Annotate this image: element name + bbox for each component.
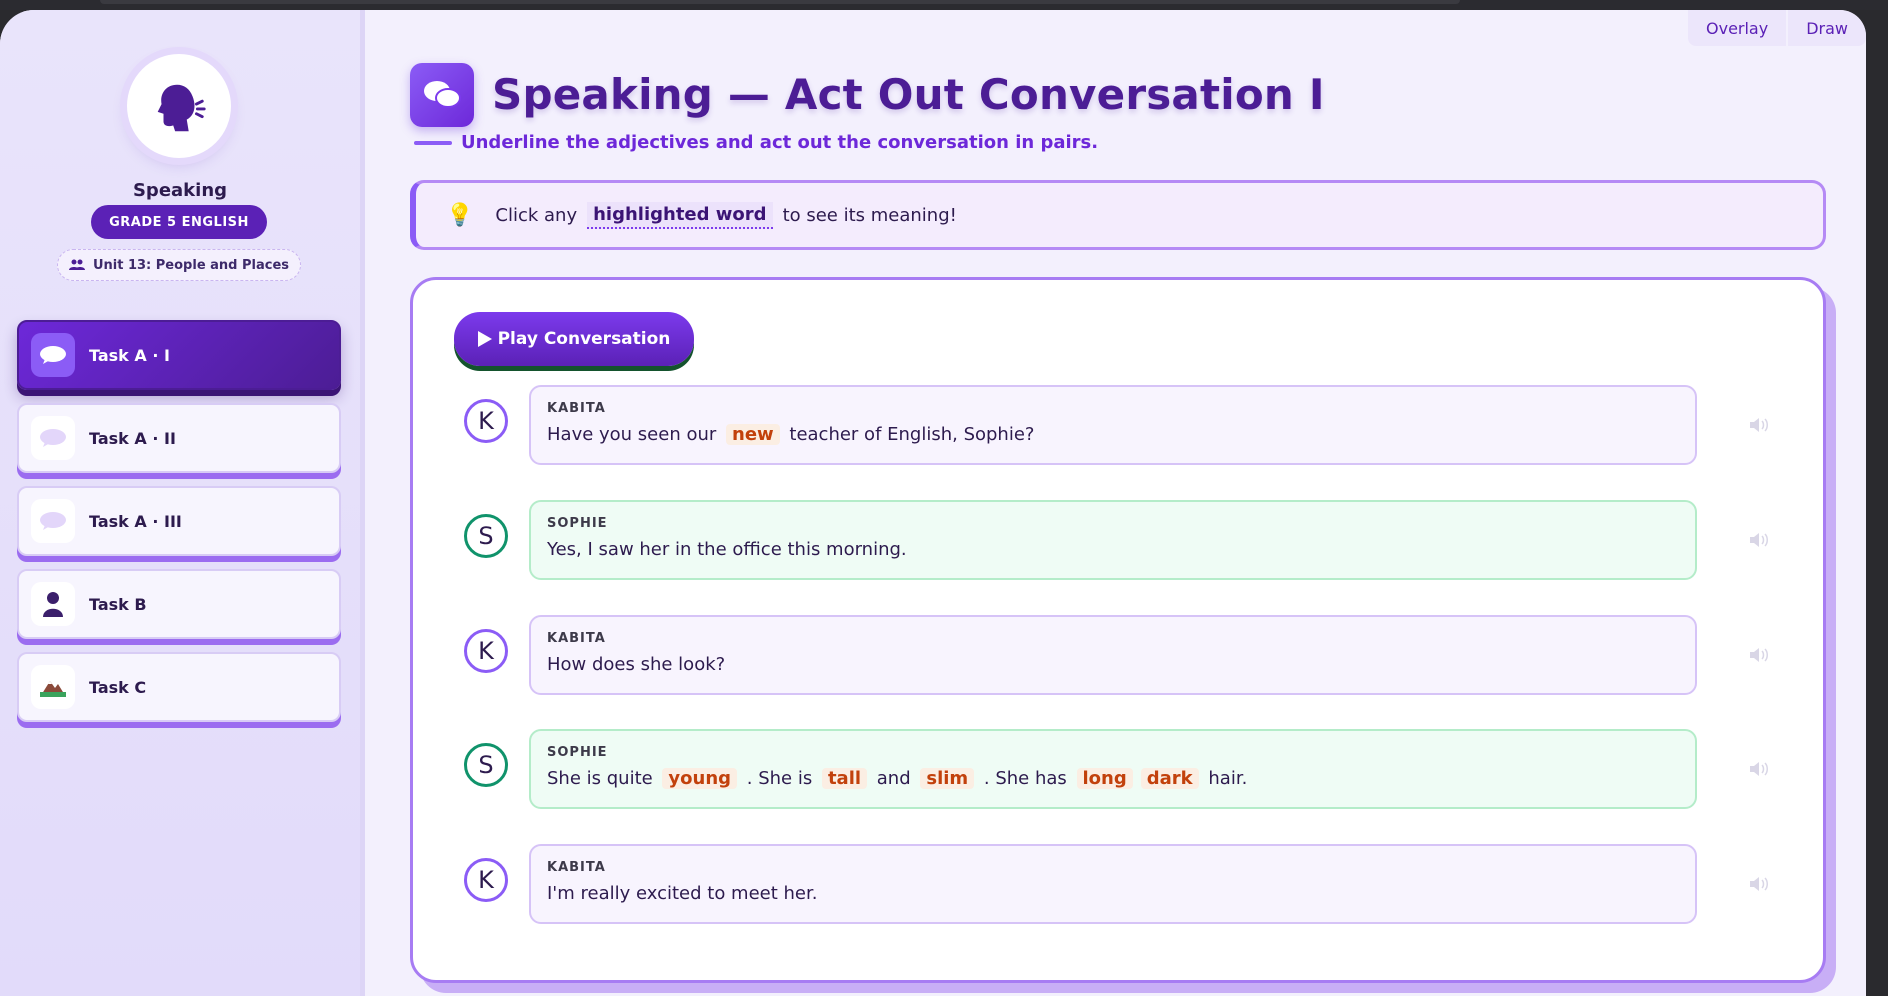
message-bubble: SOPHIE Yes, I saw her in the office this… (529, 500, 1697, 580)
sidebar: Speaking GRADE 5 ENGLISH Unit 13: People… (0, 10, 365, 996)
message-bubble: KABITA Have you seen our new teacher of … (529, 385, 1697, 465)
message-bubble: KABITA I'm really excited to meet her. (529, 844, 1697, 924)
speaker-avatar: S (464, 514, 508, 558)
text-fragment: hair. (1202, 768, 1248, 789)
subtitle-accent (414, 141, 452, 145)
speaker-sound-icon[interactable] (1749, 876, 1769, 892)
hint-banner: 💡 Click any highlighted word to see its … (410, 180, 1826, 250)
lightbulb-icon: 💡 (446, 202, 474, 228)
app-window: Speaking GRADE 5 ENGLISH Unit 13: People… (0, 10, 1866, 996)
unit-label: Unit 13: People and Places (92, 257, 290, 273)
person-icon (31, 582, 75, 626)
play-label: Play Conversation (497, 329, 671, 349)
text-fragment: She is quite (547, 768, 659, 789)
chat-bubbles-icon (410, 63, 474, 127)
task-label: Task B (89, 594, 147, 614)
sidebar-item-task-b[interactable]: Task B (17, 569, 341, 639)
grade-badge: GRADE 5 ENGLISH (91, 205, 267, 239)
conversation-row: S SOPHIE She is quite young . She is tall… (464, 729, 1784, 811)
speaker-avatar: K (464, 629, 508, 673)
sidebar-item-task-a-3[interactable]: Task A · III (17, 486, 341, 556)
message-bubble: KABITA How does she look? (529, 615, 1697, 695)
speaker-avatar: K (464, 858, 508, 902)
conversation-row: S SOPHIE Yes, I saw her in the office thi… (464, 500, 1784, 582)
speech-bubble-icon (31, 499, 75, 543)
text-fragment: and (871, 768, 917, 789)
speaker-sound-icon[interactable] (1749, 647, 1769, 663)
speaker-name: SOPHIE (547, 745, 608, 760)
hint-text-after: to see its meaning! (782, 204, 957, 226)
speaker-sound-icon[interactable] (1749, 532, 1769, 548)
page-subtitle: Underline the adjectives and act out the… (461, 132, 1099, 153)
play-icon (477, 331, 492, 347)
text-fragment: . She is (741, 768, 818, 789)
browser-top-strip (0, 0, 1888, 10)
top-strip-pill (100, 0, 1460, 4)
text-fragment: . She has (978, 768, 1073, 789)
task-label: Task A · II (89, 428, 176, 448)
mountain-icon (31, 665, 75, 709)
unit-badge: Unit 13: People and Places (57, 249, 301, 281)
sidebar-item-task-c[interactable]: Task C (17, 652, 341, 722)
overlay-toolbar: Overlay Draw (1688, 10, 1866, 46)
overlay-button[interactable]: Overlay (1688, 10, 1787, 46)
speaking-avatar (127, 54, 231, 158)
speaking-head-icon (157, 84, 206, 132)
speaker-name: KABITA (547, 401, 606, 416)
speaker-name: KABITA (547, 631, 606, 646)
text-fragment: Have you seen our (547, 424, 723, 445)
task-label: Task C (89, 677, 147, 697)
page-title: Speaking — Act Out Conversation I (492, 70, 1325, 119)
speaker-sound-icon[interactable] (1749, 417, 1769, 433)
message-text: How does she look? (547, 654, 1695, 675)
speaker-avatar: S (464, 743, 508, 787)
play-conversation-button[interactable]: Play Conversation (454, 312, 694, 366)
text-fragment: How does she look? (547, 654, 726, 675)
hint-highlighted-word[interactable]: highlighted word (587, 201, 773, 229)
conversation-row: K KABITA I'm really excited to meet her. (464, 844, 1784, 926)
adjective-word[interactable]: slim (920, 768, 975, 789)
message-text: She is quite young . She is tall and sli… (547, 768, 1695, 789)
people-icon (68, 259, 85, 270)
speech-bubble-icon (31, 333, 75, 377)
conversation-row: K KABITA Have you seen our new teacher of… (464, 385, 1784, 467)
speaker-sound-icon[interactable] (1749, 761, 1769, 777)
draw-button[interactable]: Draw (1788, 10, 1866, 46)
adjective-word[interactable]: new (726, 424, 780, 445)
message-bubble: SOPHIE She is quite young . She is tall … (529, 729, 1697, 809)
message-text: Have you seen our new teacher of English… (547, 424, 1695, 445)
conversation-row: K KABITA How does she look? (464, 615, 1784, 697)
hint-text-before: Click any (495, 204, 578, 226)
sidebar-item-task-a-2[interactable]: Task A · II (17, 403, 341, 473)
text-fragment: Yes, I saw her in the office this mornin… (547, 539, 907, 560)
sidebar-item-task-a-1[interactable]: Task A · I (17, 320, 341, 390)
text-fragment: teacher of English, Sophie? (783, 424, 1035, 445)
adjective-word[interactable]: long (1076, 768, 1133, 789)
adjective-word[interactable]: young (662, 768, 738, 789)
task-label: Task A · III (89, 511, 182, 531)
speaker-name: SOPHIE (547, 516, 608, 531)
speech-bubble-icon (31, 416, 75, 460)
message-text: I'm really excited to meet her. (547, 883, 1695, 904)
speaker-name: KABITA (547, 860, 606, 875)
task-label: Task A · I (89, 345, 170, 365)
adjective-word[interactable]: dark (1140, 768, 1199, 789)
speaker-avatar: K (464, 399, 508, 443)
text-fragment: I'm really excited to meet her. (547, 883, 818, 904)
adjective-word[interactable]: tall (821, 768, 868, 789)
message-text: Yes, I saw her in the office this mornin… (547, 539, 1695, 560)
sidebar-title: Speaking (132, 180, 228, 201)
